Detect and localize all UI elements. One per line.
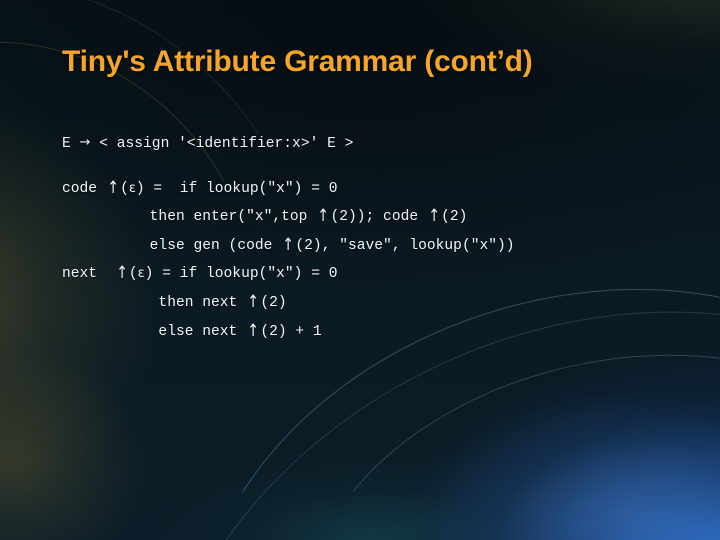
epsilon-symbol: ε — [128, 180, 136, 196]
code-attribute-line-2: then enter("x",top ↑(2)); code ↑(2) — [149, 206, 468, 227]
grammar-code-block: E → < assign '<identifier:x>' E > code ↑… — [62, 130, 720, 346]
next-attribute-line-1: next ↑(ε) = if lookup("x") = 0 — [62, 263, 338, 284]
code-attribute-line-3: else gen (code ↑(2), "save", lookup("x")… — [149, 234, 515, 255]
slide-content: Tiny's Attribute Grammar (cont’d) E → < … — [0, 0, 720, 540]
next-attribute-line-2: then next ↑(2) — [158, 291, 287, 312]
code-attribute-line-1: code ↑(ε) = if lookup("x") = 0 — [62, 177, 338, 198]
production-arrow-icon: → — [79, 135, 91, 150]
next-attribute-line-3: else next ↑(2) + 1 — [158, 320, 322, 341]
presentation-slide: Tiny's Attribute Grammar (cont’d) E → < … — [0, 0, 720, 540]
epsilon-symbol: ε — [137, 266, 145, 282]
production-rule-line: E → < assign '<identifier:x>' E > — [62, 130, 720, 159]
page-title: Tiny's Attribute Grammar (cont’d) — [62, 45, 533, 78]
